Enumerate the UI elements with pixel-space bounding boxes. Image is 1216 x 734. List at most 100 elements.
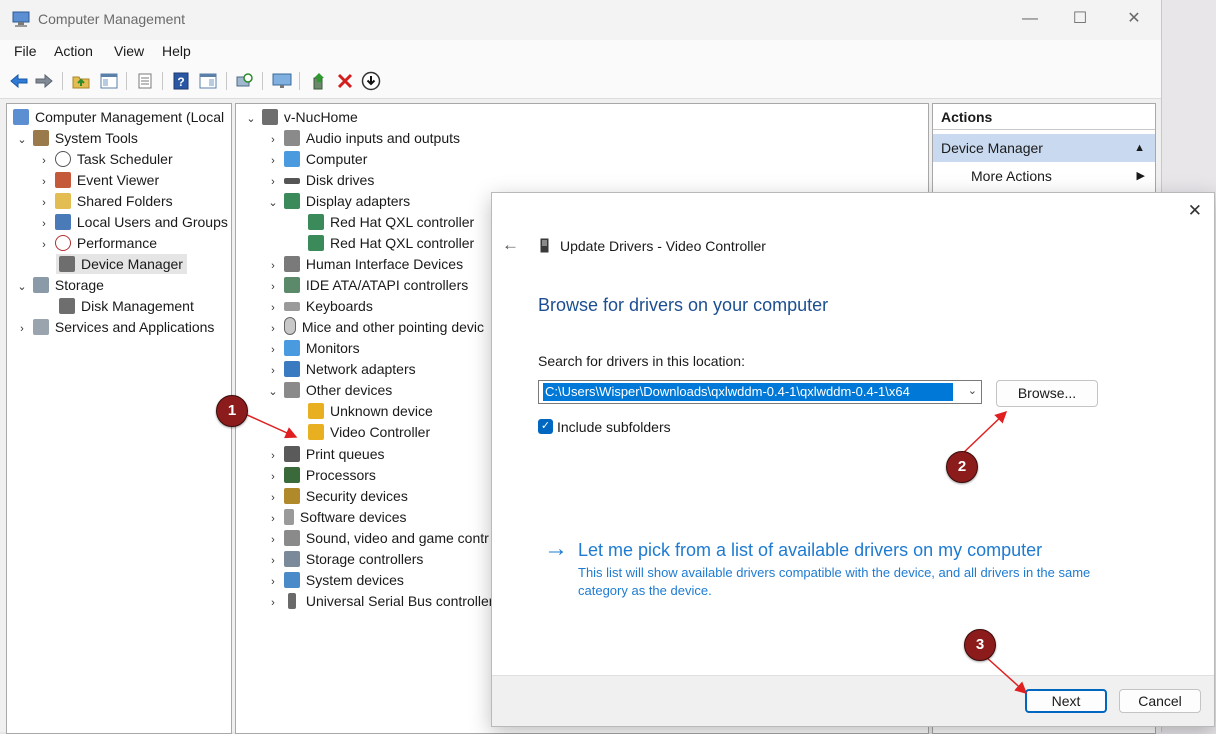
chevron-right-icon[interactable]: ›	[266, 172, 280, 192]
back-arrow-icon[interactable]: ←	[502, 235, 519, 255]
chevron-down-icon[interactable]: ⌄	[968, 384, 977, 397]
chevron-right-icon[interactable]: ›	[266, 151, 280, 171]
chevron-right-icon[interactable]: ›	[266, 340, 280, 360]
device-category-mice[interactable]: › Mice and other pointing devic	[266, 317, 484, 337]
shared-folder-icon	[54, 193, 71, 209]
chevron-right-icon[interactable]: ›	[37, 193, 51, 213]
tree-item-task-scheduler[interactable]: › Task Scheduler	[37, 149, 173, 169]
cancel-button[interactable]: Cancel	[1119, 689, 1201, 713]
device-category-keyboards[interactable]: › Keyboards	[266, 296, 373, 316]
chevron-right-icon[interactable]: ›	[37, 172, 51, 192]
minimize-button[interactable]: —	[1017, 8, 1043, 30]
driver-path-combobox[interactable]: C:\Users\Wisper\Downloads\qxlwddm-0.4-1\…	[538, 380, 982, 404]
chevron-right-icon[interactable]: ›	[266, 467, 280, 487]
device-category-sound[interactable]: › Sound, video and game contr	[266, 528, 489, 548]
device-category-ide[interactable]: › IDE ATA/ATAPI controllers	[266, 275, 468, 295]
device-root[interactable]: ⌄ v-NucHome	[244, 107, 358, 127]
up-folder-icon[interactable]	[70, 70, 92, 92]
chevron-down-icon[interactable]: ⌄	[15, 130, 29, 150]
search-location-label: Search for drivers in this location:	[538, 353, 745, 369]
menu-view[interactable]: View	[114, 43, 144, 59]
device-category-software[interactable]: › Software devices	[266, 507, 407, 527]
device-category-computer[interactable]: › Computer	[266, 149, 367, 169]
device-category-storage-controllers[interactable]: › Storage controllers	[266, 549, 423, 569]
chevron-right-icon[interactable]: ›	[266, 488, 280, 508]
maximize-button[interactable]: ☐	[1067, 8, 1093, 30]
chevron-right-icon[interactable]: ›	[266, 593, 280, 613]
chevron-right-icon[interactable]: ›	[37, 235, 51, 255]
tree-item-storage[interactable]: ⌄ Storage	[15, 275, 104, 295]
arrow-right-icon[interactable]: →	[544, 537, 568, 561]
menu-action[interactable]: Action	[54, 43, 93, 59]
help-icon[interactable]: ?	[170, 70, 192, 92]
scan-hardware-icon[interactable]	[233, 70, 255, 92]
chevron-right-icon[interactable]: ›	[266, 319, 280, 339]
device-category-disk-drives[interactable]: › Disk drives	[266, 170, 374, 190]
chevron-right-icon[interactable]: ›	[37, 151, 51, 171]
tree-item-label: Device Manager	[81, 256, 183, 272]
device-category-display-adapters[interactable]: ⌄ Display adapters	[266, 191, 410, 211]
forward-arrow-icon[interactable]	[33, 70, 55, 92]
chevron-right-icon[interactable]: ›	[266, 130, 280, 150]
chevron-down-icon[interactable]: ⌄	[15, 277, 29, 297]
chevron-right-icon[interactable]: ›	[266, 509, 280, 529]
device-category-network[interactable]: › Network adapters	[266, 359, 416, 379]
chevron-down-icon[interactable]: ⌄	[266, 382, 280, 402]
chevron-down-icon[interactable]: ⌄	[244, 109, 258, 129]
collapse-up-icon[interactable]: ▲	[1134, 134, 1145, 162]
chevron-right-icon[interactable]: ›	[266, 572, 280, 592]
chevron-right-icon[interactable]: ›	[37, 214, 51, 234]
device-video-controller[interactable]: Video Controller	[308, 422, 430, 442]
device-red-hat-qxl-2[interactable]: Red Hat QXL controller	[308, 233, 474, 253]
menu-file[interactable]: File	[14, 43, 37, 59]
browse-button[interactable]: Browse...	[996, 380, 1098, 407]
actions-section-device-manager[interactable]: Device Manager ▲	[933, 134, 1155, 162]
chevron-down-icon[interactable]: ⌄	[266, 193, 280, 213]
tree-item-local-users-and-groups[interactable]: › Local Users and Groups	[37, 212, 228, 232]
tree-item-shared-folders[interactable]: › Shared Folders	[37, 191, 173, 211]
tree-item-event-viewer[interactable]: › Event Viewer	[37, 170, 159, 190]
chevron-right-icon[interactable]: ›	[266, 446, 280, 466]
menu-bar: File Action View Help	[0, 40, 1161, 64]
actions-more-actions[interactable]: More Actions ▶	[933, 162, 1155, 190]
chevron-right-icon[interactable]: ›	[266, 277, 280, 297]
tree-item-services-and-applications[interactable]: › Services and Applications	[15, 317, 214, 337]
device-unknown-device[interactable]: Unknown device	[308, 401, 433, 421]
device-category-processors[interactable]: › Processors	[266, 465, 376, 485]
chevron-right-icon[interactable]: ›	[266, 361, 280, 381]
download-circle-icon[interactable]	[360, 70, 382, 92]
dialog-close-button[interactable]: ✕	[1188, 201, 1202, 221]
back-arrow-icon[interactable]	[8, 70, 30, 92]
device-category-audio[interactable]: › Audio inputs and outputs	[266, 128, 460, 148]
chevron-right-icon[interactable]: ›	[15, 319, 29, 339]
chevron-right-icon[interactable]: ›	[266, 551, 280, 571]
device-category-print-queues[interactable]: › Print queues	[266, 444, 385, 464]
device-category-hid[interactable]: › Human Interface Devices	[266, 254, 463, 274]
device-category-system-devices[interactable]: › System devices	[266, 570, 404, 590]
monitor-update-icon[interactable]	[271, 70, 293, 92]
next-button[interactable]: Next	[1025, 689, 1107, 713]
device-category-usb[interactable]: › Universal Serial Bus controller	[266, 591, 493, 611]
menu-help[interactable]: Help	[162, 43, 191, 59]
show-hide-console-tree-icon[interactable]	[98, 70, 120, 92]
tree-item-performance[interactable]: › Performance	[37, 233, 157, 253]
update-driver-icon[interactable]	[308, 70, 330, 92]
chevron-right-icon[interactable]: ›	[266, 298, 280, 318]
tree-item-disk-management[interactable]: Disk Management	[59, 296, 194, 316]
chevron-right-icon[interactable]: ›	[266, 256, 280, 276]
device-category-monitors[interactable]: › Monitors	[266, 338, 360, 358]
pick-driver-link[interactable]: Let me pick from a list of available dri…	[578, 540, 1042, 561]
device-category-security[interactable]: › Security devices	[266, 486, 408, 506]
properties-sheet-icon[interactable]	[134, 70, 156, 92]
close-window-button[interactable]: ✕	[1121, 8, 1147, 30]
tree-item-system-tools[interactable]: ⌄ System Tools	[15, 128, 138, 148]
tree-item-computer-management[interactable]: Computer Management (Local	[13, 107, 224, 127]
device-category-other-devices[interactable]: ⌄ Other devices	[266, 380, 392, 400]
chevron-right-icon[interactable]: ›	[266, 530, 280, 550]
driver-path-value[interactable]: C:\Users\Wisper\Downloads\qxlwddm-0.4-1\…	[543, 383, 953, 401]
tree-item-device-manager[interactable]: Device Manager	[56, 254, 187, 274]
uninstall-x-icon[interactable]	[334, 70, 356, 92]
include-subfolders-checkbox[interactable]: ✓	[538, 419, 553, 434]
device-red-hat-qxl-1[interactable]: Red Hat QXL controller	[308, 212, 474, 232]
show-action-pane-icon[interactable]	[197, 70, 219, 92]
